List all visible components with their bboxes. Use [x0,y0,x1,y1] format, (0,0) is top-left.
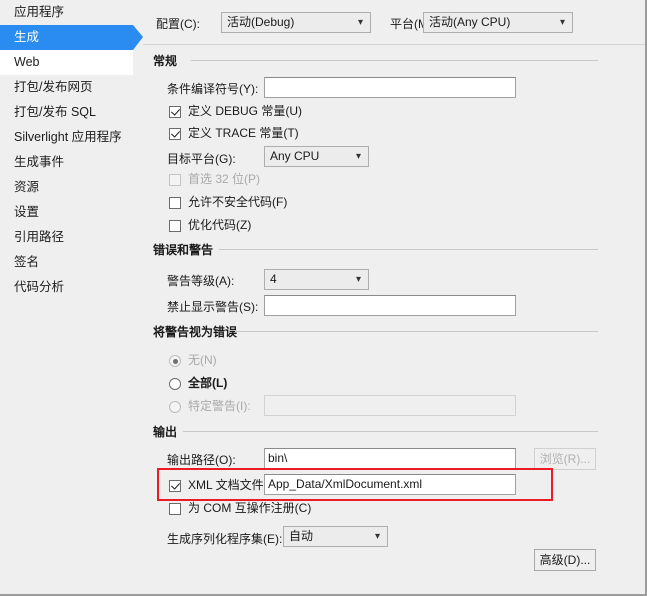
warning-level-label: 警告等级(A): [167,274,235,288]
chevron-down-icon: ▾ [355,274,361,285]
optimize-code-label: 优化代码(Z) [188,218,252,232]
platform-dropdown[interactable]: 活动(Any CPU) ▾ [423,12,573,33]
suppress-warnings-label: 禁止显示警告(S): [167,300,259,314]
radio-icon [169,355,181,367]
chevron-down-icon: ▾ [374,531,380,542]
serialization-assembly-label: 生成序列化程序集(E): [167,532,283,546]
target-platform-label: 目标平台(G): [167,152,236,166]
build-settings-pane: 配置(C): 活动(Debug) ▾ 平台(M): 活动(Any CPU) ▾ … [143,0,645,594]
output-path-input[interactable]: bin\ [264,448,516,469]
warning-level-value: 4 [270,272,277,286]
sidebar-item-build[interactable]: 生成 [0,25,133,50]
output-path-label: 输出路径(O): [167,453,236,467]
chevron-down-icon: ▾ [559,17,565,28]
sidebar-item-package-publish-sql[interactable]: 打包/发布 SQL [0,100,133,125]
treat-warnings-none-radio: 无(N) [169,353,217,369]
serialization-assembly-dropdown[interactable]: 自动 ▾ [283,526,388,547]
treat-warnings-none-label: 无(N) [188,353,217,367]
treat-warnings-specific-radio: 特定警告(I): [169,399,251,415]
sidebar-selection-arrow [133,25,143,50]
define-trace-label: 定义 TRACE 常量(T) [188,126,299,140]
target-platform-value: Any CPU [270,149,320,163]
general-group-title: 常规 [153,54,184,68]
chevron-down-icon: ▾ [357,17,363,28]
browse-button: 浏览(R)... [534,448,596,470]
target-platform-dropdown[interactable]: Any CPU ▾ [264,146,369,167]
conditional-symbols-input[interactable] [264,77,516,98]
register-com-interop-checkbox[interactable]: 为 COM 互操作注册(C) [169,501,311,517]
sidebar-item-signing[interactable]: 签名 [0,250,133,275]
treat-warnings-all-label: 全部(L) [188,376,228,390]
sidebar-item-application[interactable]: 应用程序 [0,0,133,25]
configuration-value: 活动(Debug) [227,15,295,29]
output-group-title: 输出 [153,425,184,439]
sidebar-item-reference-paths[interactable]: 引用路径 [0,225,133,250]
radio-icon [169,378,181,390]
conditional-symbols-label: 条件编译符号(Y): [167,82,259,96]
register-com-interop-label: 为 COM 互操作注册(C) [188,501,312,515]
prefer-32bit-checkbox: 首选 32 位(P) [169,172,260,188]
platform-value: 活动(Any CPU) [429,15,511,29]
advanced-button[interactable]: 高级(D)... [534,549,596,571]
general-group-rule [191,60,598,61]
sidebar-item-settings[interactable]: 设置 [0,200,133,225]
treat-warnings-group-rule [235,331,598,332]
suppress-warnings-input[interactable] [264,295,516,316]
checkbox-icon [169,503,181,515]
allow-unsafe-code-checkbox[interactable]: 允许不安全代码(F) [169,195,287,211]
sidebar-item-code-analysis[interactable]: 代码分析 [0,275,133,300]
treat-warnings-specific-label: 特定警告(I): [188,399,251,413]
warning-level-dropdown[interactable]: 4 ▾ [264,269,369,290]
chevron-down-icon: ▾ [355,151,361,162]
sidebar-item-resources[interactable]: 资源 [0,175,133,200]
treat-warnings-all-radio[interactable]: 全部(L) [169,376,227,392]
optimize-code-checkbox[interactable]: 优化代码(Z) [169,218,251,234]
output-group-rule [183,431,598,432]
radio-icon [169,401,181,413]
configuration-dropdown[interactable]: 活动(Debug) ▾ [221,12,371,33]
sidebar-item-build-events[interactable]: 生成事件 [0,150,133,175]
define-trace-checkbox[interactable]: 定义 TRACE 常量(T) [169,126,299,142]
checkbox-icon [169,128,181,140]
xml-documentation-file-input[interactable]: App_Data/XmlDocument.xml [264,474,516,495]
sidebar-item-web[interactable]: Web [0,50,133,75]
configuration-label: 配置(C): [156,17,200,31]
serialization-assembly-value: 自动 [289,529,314,543]
errors-warnings-group-rule [219,249,598,250]
checkbox-icon [169,174,181,186]
toolbar-separator [143,44,645,45]
define-debug-label: 定义 DEBUG 常量(U) [188,104,303,118]
checkbox-icon [169,197,181,209]
sidebar: 应用程序 生成 Web 打包/发布网页 打包/发布 SQL Silverligh… [0,0,143,594]
specific-warnings-input [264,395,516,416]
checkbox-icon [169,480,181,492]
project-properties-window: 应用程序 生成 Web 打包/发布网页 打包/发布 SQL Silverligh… [0,0,647,596]
prefer-32bit-label: 首选 32 位(P) [188,172,261,186]
sidebar-item-package-publish-web[interactable]: 打包/发布网页 [0,75,133,100]
sidebar-item-silverlight-applications[interactable]: Silverlight 应用程序 [0,125,133,150]
allow-unsafe-code-label: 允许不安全代码(F) [188,195,288,209]
treat-warnings-group-title: 将警告视为错误 [153,325,244,339]
checkbox-icon [169,106,181,118]
checkbox-icon [169,220,181,232]
errors-warnings-group-title: 错误和警告 [153,243,220,257]
define-debug-checkbox[interactable]: 定义 DEBUG 常量(U) [169,104,302,120]
